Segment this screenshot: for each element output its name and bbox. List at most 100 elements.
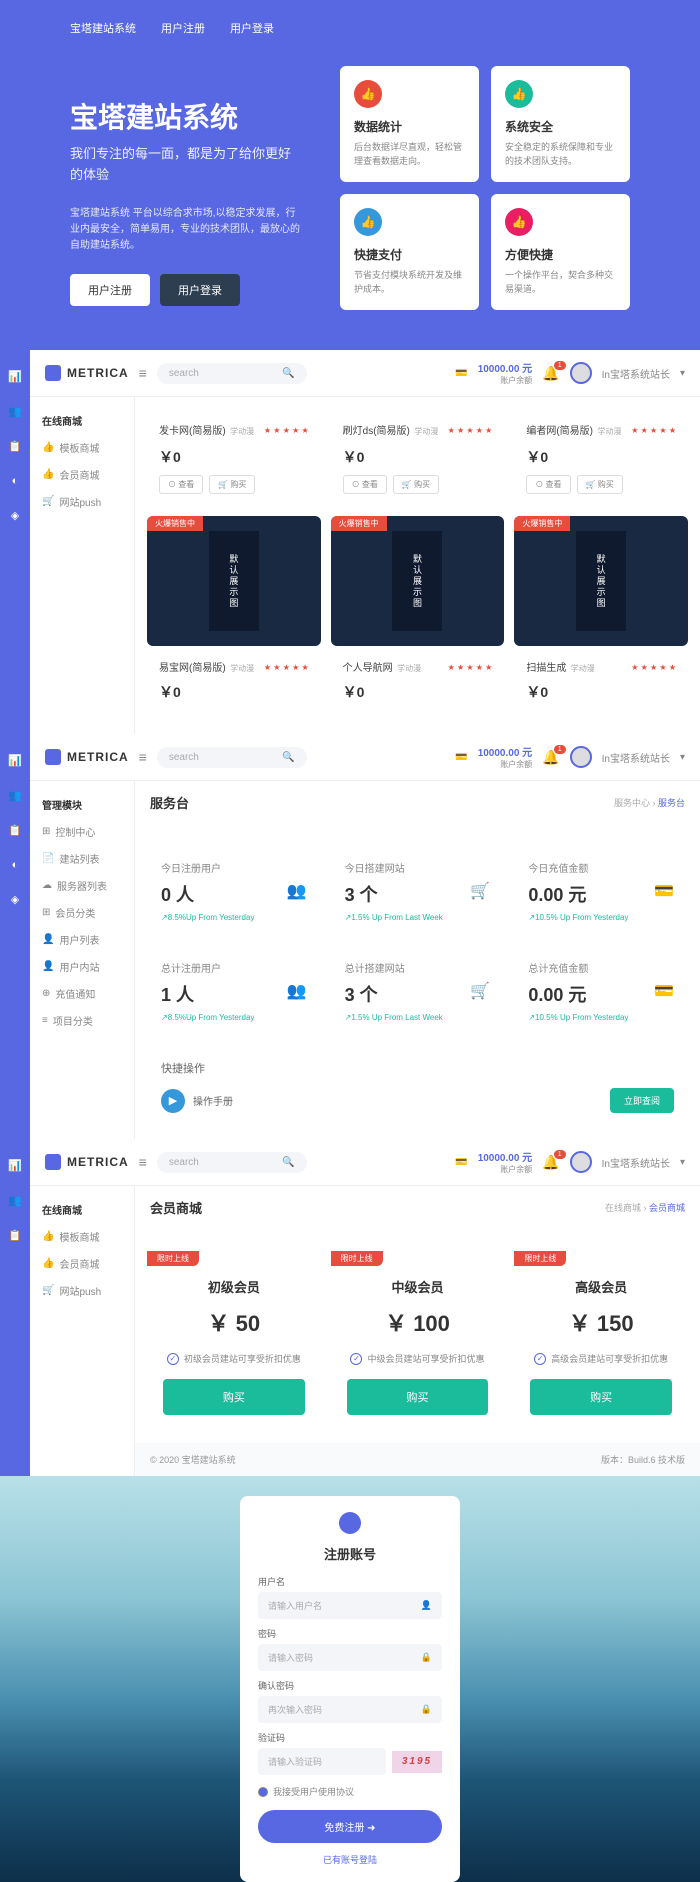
stat-label: 今日充值金额 xyxy=(528,860,674,875)
layers-icon[interactable]: ◈ xyxy=(11,893,19,906)
nav-register[interactable]: 用户注册 xyxy=(161,20,205,36)
logo[interactable]: METRICA xyxy=(45,1154,129,1170)
login-link[interactable]: 已有账号登陆 xyxy=(258,1853,442,1866)
wallet-icon[interactable]: 💳 xyxy=(455,1157,467,1168)
menu-item-templates[interactable]: 👍 模板商城 xyxy=(38,434,126,461)
quick-action-button[interactable]: 立即查阅 xyxy=(610,1088,674,1113)
username[interactable]: In宝塔系统站长 xyxy=(602,1155,670,1170)
password-input[interactable]: 请输入密码🔒 xyxy=(258,1644,442,1671)
stat-card: 总计充值金额0.00 元↗10.5% Up From Yesterday💳 xyxy=(514,946,688,1036)
star-rating: ★ ★ ★ ★ ★ xyxy=(264,663,309,672)
list-icon[interactable]: 📋 xyxy=(8,1229,22,1242)
logo[interactable]: METRICA xyxy=(45,749,129,765)
menu-item[interactable]: 👤 用户内站 xyxy=(38,953,126,980)
menu-item[interactable]: ☁ 服务器列表 xyxy=(38,872,126,899)
product-card: 刷灯ds(简易版) 学动漫★ ★ ★ ★ ★￥0⊙ 查看🛒 购买 xyxy=(331,409,505,506)
avatar[interactable] xyxy=(570,1151,592,1173)
buy-plan-button[interactable]: 购买 xyxy=(163,1379,305,1415)
plan-feature: ✓高级会员建站可享受折扣优惠 xyxy=(530,1352,672,1365)
menu-toggle-icon[interactable]: ≡ xyxy=(139,749,147,765)
search-input[interactable]: search🔍 xyxy=(157,363,307,384)
stat-icon: 🛒 xyxy=(470,981,490,1001)
nav-brand[interactable]: 宝塔建站系统 xyxy=(70,20,136,36)
menu-item[interactable]: ≡ 项目分类 xyxy=(38,1007,126,1034)
buy-plan-button[interactable]: 购买 xyxy=(347,1379,489,1415)
nav-login[interactable]: 用户登录 xyxy=(230,20,274,36)
username-input[interactable]: 请输入用户名👤 xyxy=(258,1592,442,1619)
search-input[interactable]: search🔍 xyxy=(157,747,307,768)
search-input[interactable]: search🔍 xyxy=(157,1152,307,1173)
menu-item-push[interactable]: 🛒 网站push xyxy=(38,488,126,515)
users-icon[interactable]: 👥 xyxy=(8,789,22,802)
star-rating: ★ ★ ★ ★ ★ xyxy=(264,426,309,435)
menu-item[interactable]: 👤 用户列表 xyxy=(38,926,126,953)
password2-input[interactable]: 再次输入密码🔒 xyxy=(258,1696,442,1723)
view-button[interactable]: ⊙ 查看 xyxy=(526,475,570,494)
chart-icon[interactable]: 📊 xyxy=(8,370,22,383)
feature-card: 👍方便快捷一个操作平台，契合多种交易渠道。 xyxy=(491,194,630,310)
product-image-card[interactable]: 火爆销售中默认展示图 xyxy=(147,516,321,646)
login-button[interactable]: 用户登录 xyxy=(160,274,240,306)
captcha-input[interactable]: 请输入验证码 xyxy=(258,1748,386,1775)
buy-button[interactable]: 🛒 购买 xyxy=(209,475,255,494)
topbar: METRICA ≡ search🔍 💳 10000.00 元账户余额 🔔1 In… xyxy=(30,734,700,781)
chart-icon[interactable]: 📊 xyxy=(8,754,22,767)
menu-item-members[interactable]: 👍 会员商城 xyxy=(38,461,126,488)
stat-label: 总计搭建网站 xyxy=(345,960,491,975)
notification-icon[interactable]: 🔔1 xyxy=(542,749,559,766)
user-icon: 👤 xyxy=(421,1600,432,1611)
feature-desc: 后台数据详尽直观，轻松管理查看数据走向。 xyxy=(354,141,465,168)
avatar[interactable] xyxy=(570,362,592,384)
manual-icon: ▶ xyxy=(161,1089,185,1113)
menu-item[interactable]: 📄 建站列表 xyxy=(38,845,126,872)
chevron-down-icon[interactable]: ▾ xyxy=(680,1157,685,1168)
view-button[interactable]: ⊙ 查看 xyxy=(159,475,203,494)
list-icon[interactable]: 📋 xyxy=(8,824,22,837)
menu-item[interactable]: ⊞ 控制中心 xyxy=(38,818,126,845)
users-icon[interactable]: 👥 xyxy=(8,405,22,418)
buy-plan-button[interactable]: 购买 xyxy=(530,1379,672,1415)
list-icon[interactable]: 📋 xyxy=(8,440,22,453)
plan-badge: 限时上线 xyxy=(514,1251,566,1266)
pie-icon[interactable]: ◐ xyxy=(12,475,19,487)
menu-item-push[interactable]: 🛒 网站push xyxy=(38,1277,126,1304)
agree-radio[interactable]: 我接受用户使用协议 xyxy=(258,1785,442,1798)
product-image-card[interactable]: 火爆销售中默认展示图 xyxy=(514,516,688,646)
buy-button[interactable]: 🛒 购买 xyxy=(577,475,623,494)
avatar[interactable] xyxy=(570,746,592,768)
store-panel: 📊👥📋◐◈ METRICA ≡ search🔍 💳 10000.00 元账户余额… xyxy=(0,350,700,734)
username[interactable]: In宝塔系统站长 xyxy=(602,750,670,765)
product-card: 扫描生成 学动漫★ ★ ★ ★ ★￥0 xyxy=(514,646,688,722)
view-button[interactable]: ⊙ 查看 xyxy=(343,475,387,494)
register-submit-button[interactable]: 免费注册 ➜ xyxy=(258,1810,442,1843)
username[interactable]: In宝塔系统站长 xyxy=(602,366,670,381)
product-card: 发卡网(简易版) 学动漫★ ★ ★ ★ ★￥0⊙ 查看🛒 购买 xyxy=(147,409,321,506)
buy-button[interactable]: 🛒 购买 xyxy=(393,475,439,494)
sidebar-menu: 管理模块 ⊞ 控制中心📄 建站列表☁ 服务器列表⊞ 会员分类👤 用户列表👤 用户… xyxy=(30,781,135,1139)
chart-icon[interactable]: 📊 xyxy=(8,1159,22,1172)
menu-item-templates[interactable]: 👍 模板商城 xyxy=(38,1223,126,1250)
chevron-down-icon[interactable]: ▾ xyxy=(680,368,685,379)
menu-item-members[interactable]: 👍 会员商城 xyxy=(38,1250,126,1277)
captcha-image[interactable]: 3195 xyxy=(392,1751,442,1773)
wallet-icon[interactable]: 💳 xyxy=(455,752,467,763)
menu-item[interactable]: ⊞ 会员分类 xyxy=(38,899,126,926)
notification-icon[interactable]: 🔔1 xyxy=(542,1154,559,1171)
menu-header: 在线商城 xyxy=(38,1196,126,1223)
stat-trend: ↗8.5%Up From Yesterday xyxy=(161,1013,307,1022)
pie-icon[interactable]: ◐ xyxy=(12,859,19,871)
logo[interactable]: METRICA xyxy=(45,365,129,381)
star-rating: ★ ★ ★ ★ ★ xyxy=(448,426,493,435)
notification-icon[interactable]: 🔔1 xyxy=(542,365,559,382)
product-card: 易宝网(简易版) 学动漫★ ★ ★ ★ ★￥0 xyxy=(147,646,321,722)
register-button[interactable]: 用户注册 xyxy=(70,274,150,306)
users-icon[interactable]: 👥 xyxy=(8,1194,22,1207)
menu-toggle-icon[interactable]: ≡ xyxy=(139,1154,147,1170)
menu-item[interactable]: ⊕ 充值通知 xyxy=(38,980,126,1007)
menu-toggle-icon[interactable]: ≡ xyxy=(139,365,147,381)
chevron-down-icon[interactable]: ▾ xyxy=(680,752,685,763)
product-image-card[interactable]: 火爆销售中默认展示图 xyxy=(331,516,505,646)
wallet-icon[interactable]: 💳 xyxy=(455,368,467,379)
layers-icon[interactable]: ◈ xyxy=(11,509,19,522)
stat-label: 总计注册用户 xyxy=(161,960,307,975)
